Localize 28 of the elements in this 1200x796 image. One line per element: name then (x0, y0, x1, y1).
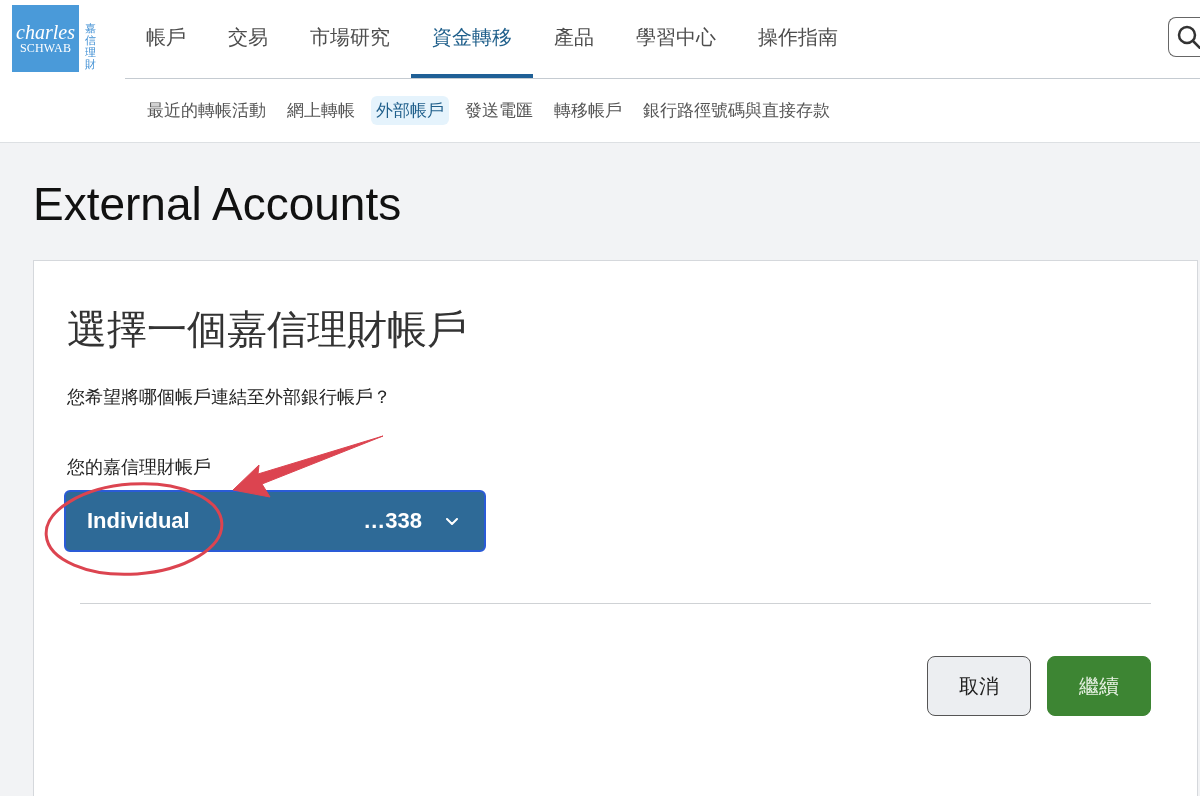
field-label: 您的嘉信理財帳戶 (67, 456, 211, 478)
subnav-link[interactable]: 最近的轉帳活動 (142, 96, 271, 125)
card-heading: 選擇一個嘉信理財帳戶 (67, 306, 467, 353)
page-title: External Accounts (33, 177, 403, 231)
chevron-down-icon (446, 517, 458, 525)
account-type: Individual (87, 508, 190, 534)
search-icon (1177, 25, 1200, 49)
subnav-link[interactable]: 轉移帳戶 (549, 96, 627, 125)
nav-tab[interactable]: 資金轉移 (411, 0, 533, 78)
subnav-link[interactable]: 網上轉帳 (282, 96, 360, 125)
subnav-link[interactable]: 銀行路徑號碼與直接存款 (638, 96, 835, 125)
subnav-link[interactable]: 發送電匯 (460, 96, 538, 125)
logo-chinese-text: 嘉信理財 (85, 22, 96, 71)
nav-tab[interactable]: 操作指南 (737, 0, 859, 78)
question-text: 您希望將哪個帳戶連結至外部銀行帳戶？ (67, 386, 391, 409)
nav-tab[interactable]: 產品 (533, 0, 615, 78)
nav-tab[interactable]: 交易 (207, 0, 289, 78)
subnav-link[interactable]: 外部帳戶 (371, 96, 449, 125)
nav-tab[interactable]: 市場研究 (289, 0, 411, 78)
logo-wordmark: SCHWAB (19, 40, 72, 55)
account-dropdown[interactable]: Individual …338 (64, 490, 486, 552)
nav-tab[interactable]: 學習中心 (615, 0, 737, 78)
cancel-button[interactable]: 取消 (927, 656, 1031, 716)
search-button[interactable] (1168, 17, 1200, 57)
continue-button[interactable]: 繼續 (1047, 656, 1151, 716)
nav-tab[interactable]: 帳戶 (125, 0, 207, 78)
account-number: …338 (363, 508, 422, 534)
logo-wordmark: charles (16, 22, 75, 41)
